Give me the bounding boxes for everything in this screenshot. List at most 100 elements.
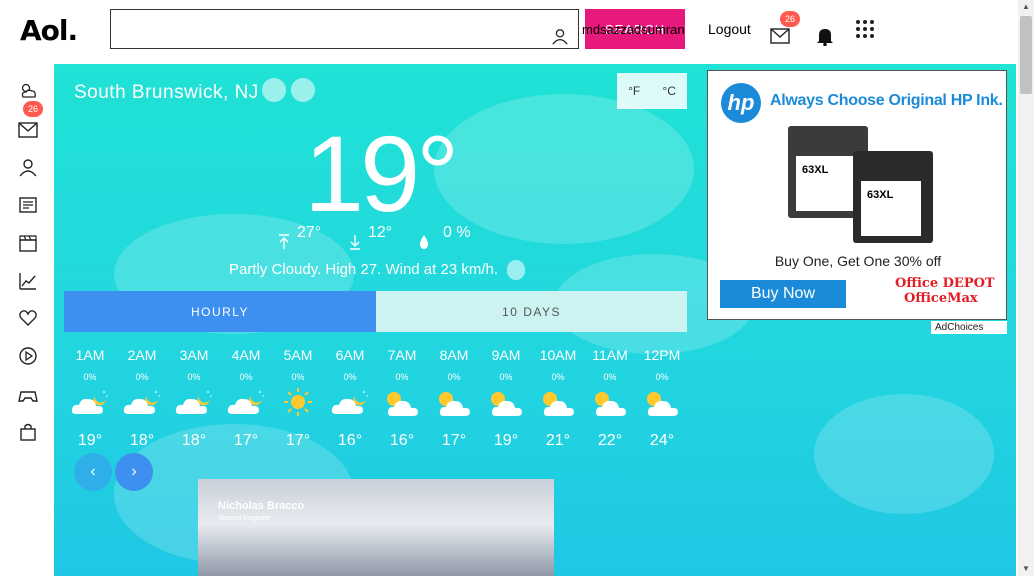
play-icon[interactable] [18,346,38,366]
low-temp-icon [350,235,360,250]
hour-time: 10AM [539,347,577,363]
video-person-role: Verizon Engineer [218,515,272,522]
background-cloud [434,94,694,244]
tab-10-days[interactable]: 10 DAYS [376,291,687,332]
partly-cloudy-night-icon [227,391,264,414]
user-icon[interactable] [18,157,38,177]
mail-icon[interactable] [18,120,38,140]
scrollbar-thumb[interactable] [1020,16,1032,94]
left-nav-rail: 26 [0,64,54,576]
hour-precipitation: 0% [239,372,253,382]
hour-precipitation: 0% [83,372,97,382]
hour-time: 3AM [179,347,209,363]
hour-temperature: 24° [649,432,675,449]
lifestyle-icon[interactable] [18,308,38,328]
mail-icon[interactable] [770,28,790,44]
mail-count-badge: 26 [780,11,800,27]
hour-precipitation: 0% [499,372,513,382]
hour-temperature: 18° [181,432,207,449]
hourly-item: 12PM 0% 24° [636,347,688,450]
video-thumbnail[interactable]: Nicholas Bracco Verizon Engineer [198,479,554,576]
officemax-logo: OfficeMax [904,291,978,306]
hour-time: 8AM [439,347,469,363]
hour-time: 7AM [387,347,417,363]
chevron-down-icon[interactable] [507,260,525,280]
aol-logo[interactable]: Aol. [20,14,78,47]
precipitation-chance: 0 % [443,224,471,241]
video-person-name: Nicholas Bracco [218,500,305,512]
hour-temperature: 17° [285,432,311,449]
search-input[interactable] [110,9,579,49]
tab-hourly[interactable]: HOURLY [64,291,376,332]
ink-label: 63XL [796,156,856,211]
background-cloud [814,394,994,514]
apps-grid-icon[interactable] [855,19,875,39]
partly-cloudy-night-icon [175,391,212,414]
games-icon[interactable] [18,386,38,406]
bell-icon[interactable] [816,26,834,46]
hour-temperature: 16° [389,432,415,449]
hourly-item: 5AM 0% 17° [272,347,324,450]
hourly-item: 8AM 0% 17° [428,347,480,450]
hour-temperature: 17° [233,432,259,449]
buy-now-button[interactable]: Buy Now [720,280,846,308]
scroll-up-icon[interactable]: ▲ [1018,0,1034,14]
office-depot-logo: Office DEPOT [895,276,995,291]
top-header: Aol. SEARCH mdsazzadsumran Logout 26 [0,0,1018,64]
celsius-toggle[interactable]: °C [662,84,675,98]
hour-precipitation: 0% [395,372,409,382]
hourly-item: 2AM 0% 18° [116,347,168,450]
unit-toggle: °F °C [617,73,687,109]
hour-time: 1AM [75,347,105,363]
shopping-icon[interactable] [18,422,38,442]
ad-headline: Always Choose Original HP Ink. [770,92,1003,109]
precipitation-icon [419,235,429,249]
hourly-item: 3AM 0% 18° [168,347,220,450]
partly-cloudy-day-icon [595,392,626,416]
previous-arrow-icon[interactable]: ‹ [74,453,112,491]
partly-cloudy-day-icon [387,392,418,416]
search-location-icon[interactable] [262,78,286,102]
username-link[interactable]: mdsazzadsumran [582,22,685,37]
hour-time: 5AM [283,347,313,363]
hourly-item: 4AM 0% 17° [220,347,272,450]
hourly-item: 6AM 0% 16° [324,347,376,450]
mail-count-badge: 26 [23,101,43,117]
weather-icon[interactable] [18,80,38,100]
hour-time: 11AM [592,347,628,363]
partly-cloudy-day-icon [439,392,470,416]
hourly-item: 11AM 0% 22° [584,347,636,450]
advertisement[interactable]: hp Always Choose Original HP Ink. 63XL 6… [707,70,1007,320]
news-icon[interactable] [18,195,38,215]
user-icon[interactable] [551,27,569,45]
hour-temperature: 22° [597,432,623,449]
partly-cloudy-night-icon [123,391,160,414]
hourly-forecast: 1AM 0% 19° 2AM 0% 18° 3AM 0% 18° 4AM 0% 17° 5AM 0% 17°… [64,347,688,457]
hour-precipitation: 0% [655,372,669,382]
hour-precipitation: 0% [447,372,461,382]
finance-icon[interactable] [18,271,38,291]
partly-cloudy-day-icon [647,392,678,416]
fahrenheit-toggle[interactable]: °F [628,84,640,98]
hour-temperature: 19° [77,432,103,449]
hour-precipitation: 0% [343,372,357,382]
hour-precipitation: 0% [135,372,149,382]
hourly-item: 7AM 0% 16° [376,347,428,450]
sunny-icon [284,388,312,416]
hour-time: 12PM [643,347,681,363]
ink-label: 63XL [861,181,921,236]
video-icon[interactable] [18,233,38,253]
adchoices-link[interactable]: AdChoices [931,321,1007,334]
logout-link[interactable]: Logout [708,21,751,37]
location-name: South Brunswick, NJ [74,82,259,103]
high-temp-icon [279,234,289,249]
partly-cloudy-day-icon [543,392,574,416]
page-scrollbar[interactable]: ▲ ▼ [1018,0,1034,576]
next-arrow-icon[interactable]: › [115,453,153,491]
high-temperature: 27° [297,224,322,241]
scroll-down-icon[interactable]: ▼ [1018,562,1034,576]
hourly-item: 9AM 0% 19° [480,347,532,450]
ad-offer: Buy One, Get One 30% off [774,253,942,269]
settings-icon[interactable] [291,78,315,102]
partly-cloudy-day-icon [491,392,522,416]
